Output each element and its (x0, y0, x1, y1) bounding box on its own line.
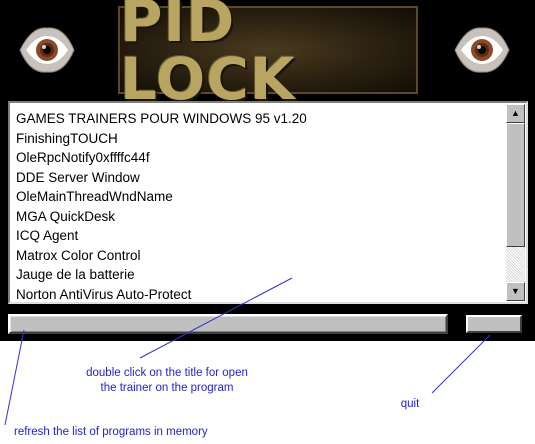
program-list-item[interactable]: OleMainThreadWndName (16, 187, 496, 207)
logo-text: PID LOCK (120, 0, 296, 113)
program-list-item[interactable]: Matrox Color Control (16, 246, 496, 266)
program-list-item[interactable]: GAMES TRAINERS POUR WINDOWS 95 v1.20 (16, 109, 496, 129)
double-click-hint: double click on the title for open the t… (42, 366, 292, 396)
program-list-item[interactable]: Norton AntiVirus Auto-Protect (16, 285, 496, 305)
scroll-up-button[interactable]: ▲ (506, 104, 525, 123)
program-list-item[interactable]: OleRpcNotify0xffffc44f (16, 148, 496, 168)
program-list: GAMES TRAINERS POUR WINDOWS 95 v1.20 Fin… (16, 109, 496, 304)
vertical-scrollbar[interactable]: ▲ ▼ (506, 104, 525, 301)
quit-hint: quit (400, 398, 420, 410)
program-list-item[interactable]: DDE Server Window (16, 168, 496, 188)
eye-icon (19, 27, 75, 73)
program-listbox[interactable]: GAMES TRAINERS POUR WINDOWS 95 v1.20 Fin… (8, 101, 528, 304)
pid-lock-logo: PID LOCK (118, 0, 418, 108)
eye-icon (454, 27, 510, 73)
double-click-hint-line2: the trainer on the program (100, 382, 234, 394)
scroll-down-button[interactable]: ▼ (506, 282, 525, 301)
arrow-down-icon: ▼ (511, 286, 520, 296)
refresh-pointer-line (4, 329, 25, 426)
program-list-item[interactable]: MGA QuickDesk (16, 207, 496, 227)
quit-button[interactable] (466, 315, 522, 333)
pid-lock-window: PID LOCK GAMES TRAINERS POUR WINDOWS 95 … (0, 0, 535, 341)
program-list-item[interactable]: ICQ Agent (16, 226, 496, 246)
arrow-up-icon: ▲ (511, 108, 520, 118)
program-list-item[interactable]: Jauge de la batterie (16, 265, 496, 285)
program-list-item[interactable]: FinishingTOUCH (16, 129, 496, 149)
quit-pointer-line (431, 334, 491, 394)
double-click-hint-line1: double click on the title for open (86, 367, 248, 379)
scroll-thumb[interactable] (506, 123, 525, 247)
refresh-list-button[interactable] (8, 314, 448, 334)
refresh-hint: refresh the list of programs in memory (14, 426, 208, 438)
